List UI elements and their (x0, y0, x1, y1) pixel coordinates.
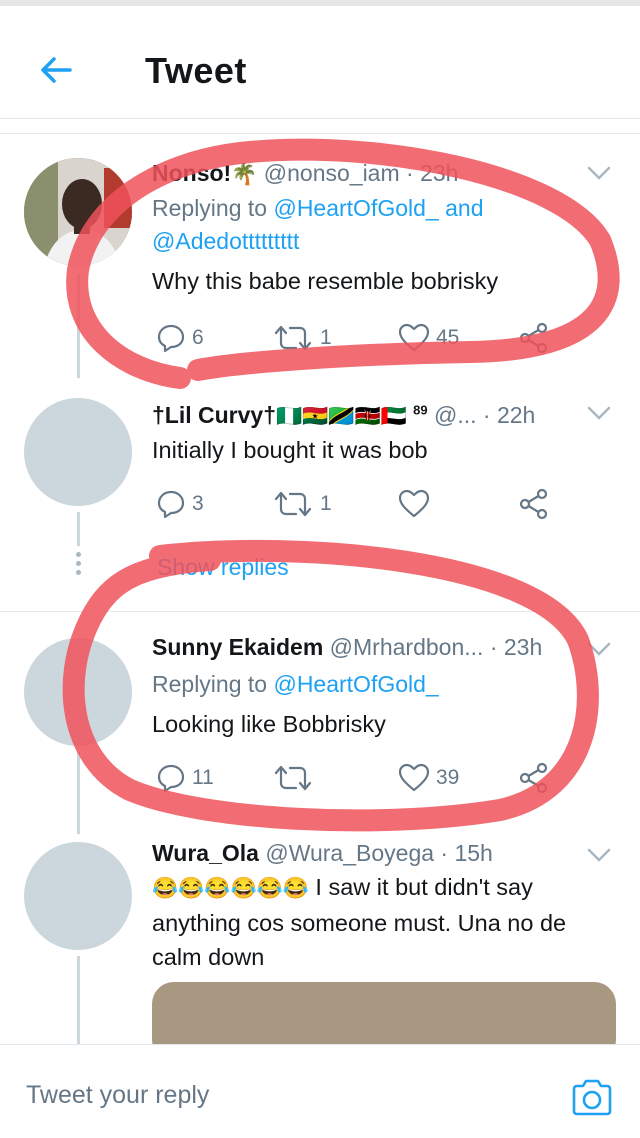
avatar[interactable] (24, 158, 132, 266)
retweet-icon (274, 325, 312, 351)
like-icon (398, 323, 430, 352)
author-handle[interactable]: @nonso_iam (264, 160, 400, 186)
back-arrow-icon[interactable] (36, 50, 76, 90)
reply-button[interactable]: 6 (156, 320, 204, 356)
author-name[interactable]: Wura_Ola (152, 840, 259, 866)
timestamp: · 15h (440, 840, 493, 866)
share-button[interactable] (518, 320, 550, 356)
avatar[interactable] (24, 638, 132, 746)
timestamp: · 23h (489, 634, 543, 660)
show-replies-link[interactable]: Show replies (157, 554, 289, 581)
reply-count: 6 (192, 326, 204, 349)
chevron-down-icon[interactable] (586, 640, 612, 658)
tweet-actions: 6 1 45 (152, 320, 572, 356)
timestamp: · 22h (482, 402, 536, 428)
replying-to: Replying to @HeartOfGold_ and @Adedotttt… (152, 195, 484, 254)
like-button[interactable]: 45 (398, 320, 459, 356)
retweet-count: 1 (320, 326, 332, 349)
retweet-icon (274, 491, 312, 517)
author-handle[interactable]: @... (434, 402, 477, 428)
tweet-text: Why this babe resemble bobrisky (152, 268, 499, 294)
thread-line (77, 274, 80, 378)
retweet-button[interactable]: 1 (272, 320, 332, 356)
reply-button[interactable]: 11 (156, 760, 214, 796)
reply-bar: Tweet your reply (0, 1044, 640, 1138)
tweet-text: 😂😂😂😂😂😂 I saw it but didn't say anything … (152, 874, 567, 970)
thread-line (77, 956, 80, 1044)
reply-icon (157, 490, 185, 519)
mention-link[interactable]: @Adedottttttttt (152, 228, 299, 254)
mention-link[interactable]: @HeartOfGold_ (273, 195, 438, 221)
thread-dots (74, 548, 82, 579)
tweet-text: Initially I bought it was bob (152, 437, 428, 463)
tweet-actions: 3 1 (152, 486, 572, 522)
tweet-header: Nonso!🌴 @nonso_iam · 23h (152, 160, 458, 187)
reply-count: 3 (192, 492, 204, 515)
retweet-count: 1 (320, 492, 332, 515)
flag-emojis: 🇳🇬🇬🇭🇹🇿🇰🇪🇦🇪 (276, 405, 407, 428)
reply-icon (157, 324, 185, 353)
tweet-text: Looking like Bobbrisky (152, 711, 386, 737)
tweet-actions: 11 39 (152, 760, 572, 796)
avatar[interactable] (24, 398, 132, 506)
reply-input[interactable]: Tweet your reply (26, 1081, 209, 1110)
tweet-nonso[interactable]: Nonso!🌴 @nonso_iam · 23h Replying to @He… (0, 134, 640, 378)
thread-line (77, 512, 80, 546)
author-name[interactable]: Nonso! (152, 160, 231, 186)
author-handle[interactable]: @Wura_Boyega (265, 840, 434, 866)
chevron-down-icon[interactable] (586, 404, 612, 422)
like-icon (398, 489, 430, 518)
header: Tweet (0, 6, 640, 119)
author-handle[interactable]: @Mrhardbon... (330, 634, 484, 660)
share-button[interactable] (518, 760, 550, 796)
tweet-lil-curvy[interactable]: †Lil Curvy†🇳🇬🇬🇭🇹🇿🇰🇪🇦🇪 89 @... · 22h Init… (0, 378, 640, 610)
share-button[interactable] (518, 486, 550, 522)
retweet-button[interactable] (272, 760, 320, 796)
tweet-header: Wura_Ola @Wura_Boyega · 15h (152, 840, 493, 867)
reply-icon (157, 764, 185, 793)
tweet-header: Sunny Ekaidem @Mrhardbon... · 23h (152, 634, 542, 661)
camera-icon[interactable] (570, 1077, 614, 1117)
like-icon (398, 763, 430, 792)
replying-to: Replying to @HeartOfGold_ (152, 671, 439, 697)
author-name[interactable]: †Lil Curvy† (152, 402, 276, 428)
chevron-down-icon[interactable] (586, 164, 612, 182)
avatar[interactable] (24, 842, 132, 950)
share-icon (519, 488, 548, 520)
mention-link[interactable]: @HeartOfGold_ (273, 671, 438, 697)
tweet-sunny[interactable]: Sunny Ekaidem @Mrhardbon... · 23h Replyi… (0, 612, 640, 834)
tweet-header: †Lil Curvy†🇳🇬🇬🇭🇹🇿🇰🇪🇦🇪 89 @... · 22h (152, 402, 536, 428)
reply-button[interactable]: 3 (156, 486, 204, 522)
laughing-emojis: 😂😂😂😂😂😂 (152, 877, 309, 900)
share-icon (519, 322, 548, 354)
retweet-button[interactable]: 1 (272, 486, 332, 522)
page-title: Tweet (145, 50, 247, 91)
palm-emoji: 🌴 (231, 163, 258, 186)
timestamp: · 23h (406, 160, 459, 186)
like-count: 39 (436, 766, 460, 789)
chevron-down-icon[interactable] (586, 846, 612, 864)
author-name[interactable]: Sunny Ekaidem (152, 634, 323, 660)
share-icon (519, 762, 548, 794)
like-button[interactable] (398, 486, 436, 522)
like-count: 45 (436, 326, 460, 349)
retweet-icon (274, 765, 312, 791)
reply-count: 11 (192, 766, 214, 789)
thread-line (77, 752, 80, 834)
like-button[interactable]: 39 (398, 760, 459, 796)
